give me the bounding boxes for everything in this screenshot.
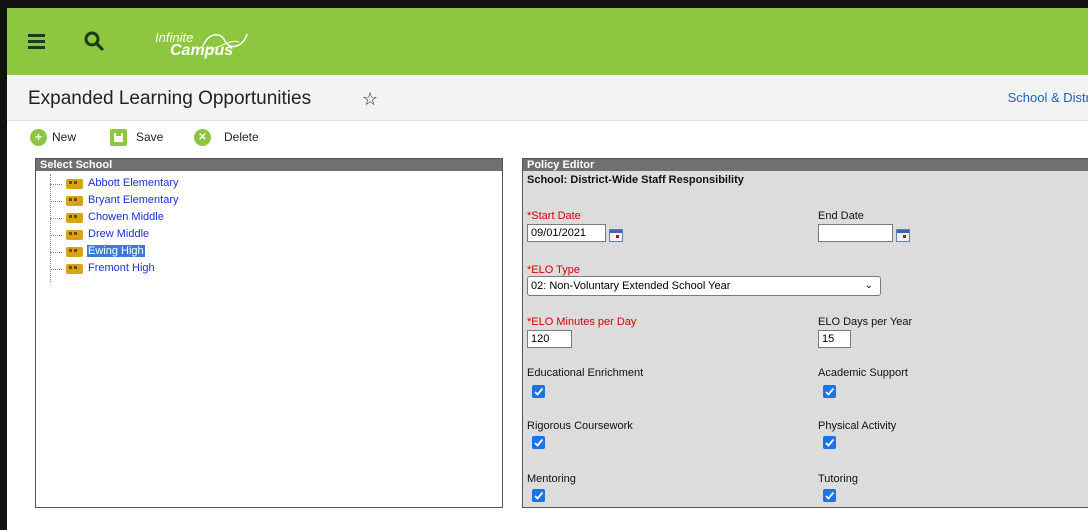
select-school-panel: Select School Abbott Elementary Bryant E… [35, 158, 503, 508]
elo-minutes-field[interactable] [527, 330, 572, 348]
tree-item-bryant-elementary[interactable]: Bryant Elementary [50, 193, 250, 209]
policy-editor-panel: Policy Editor School: District-Wide Staf… [522, 158, 1088, 508]
rigorous-coursework-label: Rigorous Coursework [527, 420, 633, 432]
calendar-icon[interactable] [609, 229, 623, 242]
save-icon [110, 129, 127, 146]
tree-item-fremont-high[interactable]: Fremont High [50, 261, 250, 277]
delete-button-label: Delete [224, 130, 259, 144]
app-window: Infinite Campus Expanded Learning Opport… [0, 0, 1088, 530]
educational-enrichment-checkbox[interactable] [532, 385, 545, 398]
tutoring-label: Tutoring [818, 473, 858, 485]
start-date-label: *Start Date [527, 210, 581, 222]
select-school-header: Select School [36, 159, 502, 171]
elo-days-label: ELO Days per Year [818, 316, 913, 328]
new-button[interactable]: + New [28, 126, 88, 146]
elo-minutes-label: *ELO Minutes per Day [527, 316, 637, 328]
school-district-link[interactable]: School & Distr [1008, 90, 1088, 105]
tree-item-chowen-middle[interactable]: Chowen Middle [50, 210, 250, 226]
tree-item-drew-middle[interactable]: Drew Middle [50, 227, 250, 243]
checkmark-icon [825, 438, 835, 447]
checkmark-icon [825, 387, 835, 396]
school-bus-icon [66, 264, 83, 274]
school-bus-icon [66, 179, 83, 189]
search-icon[interactable] [79, 26, 109, 56]
school-bus-icon [66, 196, 83, 206]
page-title: Expanded Learning Opportunities [28, 88, 312, 109]
policy-editor-header: Policy Editor [523, 159, 1088, 171]
academic-support-label: Academic Support [818, 367, 908, 379]
school-bus-icon [66, 213, 83, 223]
new-button-label: New [52, 130, 77, 144]
school-name: Drew Middle [88, 228, 150, 240]
school-name: Fremont High [88, 262, 155, 274]
elo-days-field[interactable] [818, 330, 851, 348]
top-navigation-bar: Infinite Campus [7, 8, 1088, 75]
elo-type-label: *ELO Type [527, 264, 580, 276]
tree-item-ewing-high[interactable]: Ewing High [50, 244, 250, 260]
school-bus-icon [66, 247, 83, 257]
mentoring-checkbox[interactable] [532, 489, 545, 502]
school-name: Abbott Elementary [88, 177, 179, 189]
window-border-left [0, 0, 7, 530]
star-icon[interactable]: ☆ [362, 89, 378, 110]
elo-type-select[interactable]: 02: Non-Voluntary Extended School Year ⌄ [527, 276, 881, 296]
school-bus-icon [66, 230, 83, 240]
chevron-down-icon: ⌄ [864, 280, 873, 291]
rigorous-coursework-checkbox[interactable] [532, 436, 545, 449]
page-header: Expanded Learning Opportunities ☆ School… [7, 75, 1088, 121]
end-date-label: End Date [818, 210, 864, 222]
checkmark-icon [825, 491, 835, 500]
mentoring-label: Mentoring [527, 473, 576, 485]
school-name: Ewing High [87, 245, 145, 257]
window-border-top [0, 0, 1088, 8]
policy-editor-subtitle: School: District-Wide Staff Responsibili… [527, 174, 744, 186]
menu-icon[interactable] [21, 26, 49, 56]
save-button-label: Save [136, 130, 164, 144]
infinite-campus-logo[interactable]: Infinite Campus [155, 25, 275, 65]
start-date-field[interactable] [527, 224, 606, 242]
checkmark-icon [534, 491, 544, 500]
end-date-field[interactable] [818, 224, 893, 242]
school-name: Bryant Elementary [88, 194, 179, 206]
physical-activity-label: Physical Activity [818, 420, 897, 432]
academic-support-checkbox[interactable] [823, 385, 836, 398]
new-icon: + [30, 129, 47, 146]
elo-type-selected-value: 02: Non-Voluntary Extended School Year [531, 280, 731, 292]
tree-item-abbott-elementary[interactable]: Abbott Elementary [50, 176, 250, 192]
checkmark-icon [534, 438, 544, 447]
logo-swoosh-icon [202, 33, 248, 50]
calendar-icon[interactable] [896, 229, 910, 242]
save-button[interactable]: Save [110, 126, 180, 146]
checkmark-icon [534, 387, 544, 396]
physical-activity-checkbox[interactable] [823, 436, 836, 449]
school-name: Chowen Middle [88, 211, 164, 223]
tutoring-checkbox[interactable] [823, 489, 836, 502]
educational-enrichment-label: Educational Enrichment [527, 367, 644, 379]
delete-button[interactable]: ✕ Delete [194, 126, 274, 146]
delete-icon: ✕ [194, 129, 211, 146]
